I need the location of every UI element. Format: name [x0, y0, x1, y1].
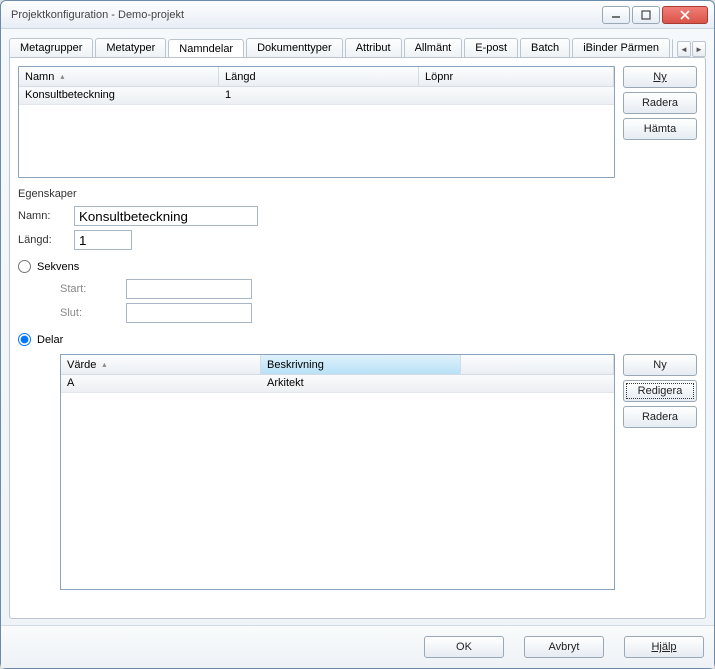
- sekvens-radio[interactable]: [18, 260, 31, 273]
- tab-ida[interactable]: IDA: [672, 38, 673, 57]
- tab-metagrupper[interactable]: Metagrupper: [9, 38, 93, 57]
- delar-ny-button[interactable]: Ny: [623, 354, 697, 376]
- tab-scroll-left-icon[interactable]: ◄: [677, 41, 691, 57]
- project-config-window: Projektkonfiguration - Demo-projekt Meta…: [0, 0, 715, 669]
- namn-label: Namn:: [18, 210, 64, 222]
- langd-label: Längd:: [18, 234, 64, 246]
- tab-allmant[interactable]: Allmänt: [404, 38, 463, 57]
- cell-namn: Konsultbeteckning: [19, 87, 219, 104]
- egenskaper-label: Egenskaper: [18, 188, 697, 200]
- tab-scroll-right-icon[interactable]: ►: [692, 41, 706, 57]
- hamta-button[interactable]: Hämta: [623, 118, 697, 140]
- col-namn[interactable]: Namn: [25, 71, 54, 83]
- sekvens-label: Sekvens: [37, 261, 79, 273]
- slut-label: Slut:: [60, 307, 116, 319]
- ok-button[interactable]: OK: [424, 636, 504, 658]
- ny-button[interactable]: Ny: [623, 66, 697, 88]
- tab-namndelar[interactable]: Namndelar: [168, 39, 244, 57]
- tab-batch[interactable]: Batch: [520, 38, 570, 57]
- maximize-button[interactable]: [632, 6, 660, 24]
- table-row[interactable]: A Arkitekt: [61, 375, 614, 393]
- col-langd[interactable]: Längd: [225, 71, 256, 83]
- window-title: Projektkonfiguration - Demo-projekt: [11, 9, 602, 21]
- delar-grid[interactable]: Värde ▴ Beskrivning A Arkitekt: [60, 354, 615, 590]
- sort-asc-icon: ▴: [102, 360, 106, 369]
- tab-attribut[interactable]: Attribut: [345, 38, 402, 57]
- cell-lopnr: [419, 87, 614, 104]
- cell-varde: A: [61, 375, 261, 392]
- col-varde[interactable]: Värde: [67, 359, 96, 371]
- radera-button[interactable]: Radera: [623, 92, 697, 114]
- col-empty: [461, 355, 614, 374]
- close-button[interactable]: [662, 6, 708, 24]
- col-beskrivning[interactable]: Beskrivning: [267, 359, 324, 371]
- tab-strip: Metagrupper Metatyper Namndelar Dokument…: [9, 35, 706, 57]
- tab-epost[interactable]: E-post: [464, 38, 518, 57]
- help-button[interactable]: Hjälp: [624, 636, 704, 658]
- col-lopnr[interactable]: Löpnr: [425, 71, 453, 83]
- tab-panel: Namn ▴ Längd Löpnr Konsultbeteckning 1 Ny…: [9, 57, 706, 619]
- minimize-button[interactable]: [602, 6, 630, 24]
- start-input[interactable]: [126, 279, 252, 299]
- cell-langd: 1: [219, 87, 419, 104]
- cancel-button[interactable]: Avbryt: [524, 636, 604, 658]
- namn-input[interactable]: [74, 206, 258, 226]
- tab-ibinder[interactable]: iBinder Pärmen: [572, 38, 670, 57]
- table-row[interactable]: Konsultbeteckning 1: [19, 87, 614, 105]
- slut-input[interactable]: [126, 303, 252, 323]
- window-controls: [602, 6, 708, 24]
- tab-metatyper[interactable]: Metatyper: [95, 38, 166, 57]
- sort-asc-icon: ▴: [60, 72, 64, 81]
- delar-radera-button[interactable]: Radera: [623, 406, 697, 428]
- start-label: Start:: [60, 283, 116, 295]
- dialog-footer: OK Avbryt Hjälp: [1, 625, 714, 668]
- namndelar-grid[interactable]: Namn ▴ Längd Löpnr Konsultbeteckning 1: [18, 66, 615, 178]
- delar-redigera-button[interactable]: Redigera: [623, 380, 697, 402]
- langd-input[interactable]: [74, 230, 132, 250]
- cell-beskrivning: Arkitekt: [261, 375, 461, 392]
- delar-radio[interactable]: [18, 333, 31, 346]
- titlebar: Projektkonfiguration - Demo-projekt: [1, 1, 714, 29]
- tab-dokumenttyper[interactable]: Dokumenttyper: [246, 38, 343, 57]
- window-body: Metagrupper Metatyper Namndelar Dokument…: [1, 29, 714, 625]
- delar-label: Delar: [37, 334, 63, 346]
